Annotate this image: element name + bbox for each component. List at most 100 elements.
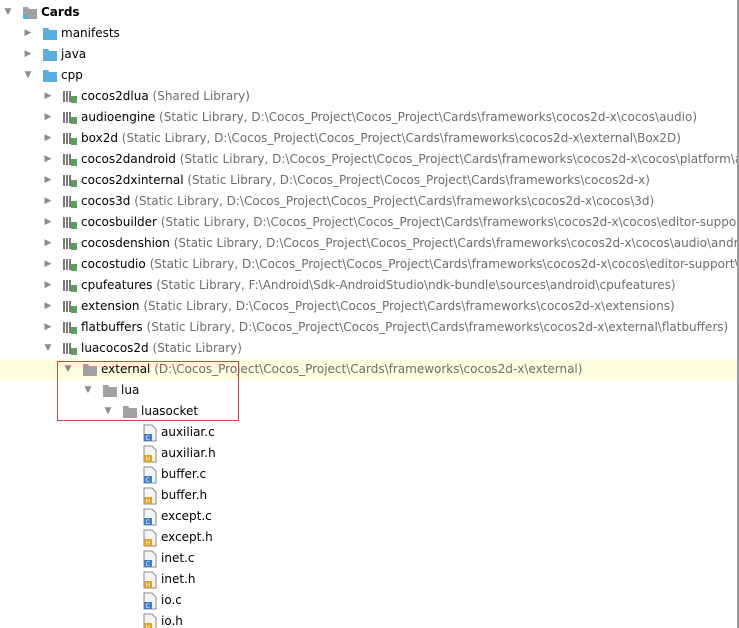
tree-node-lua[interactable]: ▼ lua (0, 380, 739, 401)
folder-icon (42, 65, 58, 86)
file-label: io.h (161, 614, 183, 628)
collapse-arrow-icon[interactable]: ▶ (22, 44, 34, 65)
tree-node-file[interactable]: H io.h (0, 611, 739, 628)
folder-icon (102, 380, 118, 401)
tree-node-library[interactable]: ▶ cocostudio (Static Library, D:\Cocos_P… (0, 254, 739, 275)
library-name: cocosdenshion (81, 236, 170, 250)
tree-node-file[interactable]: H inet.h (0, 569, 739, 590)
collapse-arrow-icon[interactable]: ▶ (42, 317, 54, 338)
collapse-arrow-icon[interactable]: ▶ (22, 23, 34, 44)
tree-node-file[interactable]: C buffer.c (0, 464, 739, 485)
library-icon (62, 107, 78, 128)
expand-arrow-icon[interactable]: ▼ (42, 338, 54, 359)
tree-node-manifests[interactable]: ▶ manifests (0, 23, 739, 44)
tree-node-library[interactable]: ▶ cocos2dlua (Shared Library) (0, 86, 739, 107)
library-meta: (Static Library, D:\Cocos_Project\Cocos_… (160, 215, 739, 229)
tree-node-file[interactable]: C io.c (0, 590, 739, 611)
tree-node-library[interactable]: ▶ cocos3d (Static Library, D:\Cocos_Proj… (0, 191, 739, 212)
tree-node-cards[interactable]: ▼ Cards (0, 2, 739, 23)
collapse-arrow-icon[interactable]: ▶ (42, 149, 54, 170)
c-file-icon: C (142, 548, 158, 569)
library-name: cocos2dxinternal (81, 173, 184, 187)
folder-label: luasocket (141, 404, 199, 418)
library-name: cocosbuilder (81, 215, 157, 229)
library-icon (62, 275, 78, 296)
collapse-arrow-icon[interactable]: ▶ (42, 296, 54, 317)
collapse-arrow-icon[interactable]: ▶ (42, 107, 54, 128)
tree-node-file[interactable]: C except.c (0, 506, 739, 527)
expand-arrow-icon[interactable]: ▼ (2, 2, 14, 23)
file-label: except.h (161, 530, 213, 544)
tree-node-luasocket[interactable]: ▼ luasocket (0, 401, 739, 422)
tree-node-library[interactable]: ▶ cocosbuilder (Static Library, D:\Cocos… (0, 212, 739, 233)
tree-node-file[interactable]: H auxiliar.h (0, 443, 739, 464)
tree-node-library[interactable]: ▶ cocos2dandroid (Static Library, D:\Coc… (0, 149, 739, 170)
tree-node-external[interactable]: ▼ external (D:\Cocos_Project\Cocos_Proje… (0, 359, 739, 380)
collapse-arrow-icon[interactable]: ▶ (42, 170, 54, 191)
file-label: auxiliar.c (161, 425, 215, 439)
library-icon (62, 86, 78, 107)
library-name: extension (81, 299, 140, 313)
library-meta: (Static Library, D:\Cocos_Project\Cocos_… (173, 236, 739, 250)
expand-arrow-icon[interactable]: ▼ (22, 65, 34, 86)
svg-text:H: H (146, 624, 151, 628)
svg-text:C: C (146, 603, 150, 610)
tree-node-library[interactable]: ▶ cpufeatures (Static Library, F:\Androi… (0, 275, 739, 296)
collapse-arrow-icon[interactable]: ▶ (42, 86, 54, 107)
svg-text:H: H (146, 582, 151, 589)
library-meta: (Static Library, D:\Cocos_Project\Cocos_… (149, 257, 739, 271)
tree-node-library[interactable]: ▶ cocos2dxinternal (Static Library, D:\C… (0, 170, 739, 191)
svg-text:H: H (146, 540, 151, 547)
collapse-arrow-icon[interactable]: ▶ (42, 212, 54, 233)
folder-label: java (61, 47, 87, 61)
library-meta: (Shared Library) (152, 89, 250, 103)
library-name: flatbuffers (81, 320, 143, 334)
h-file-icon: H (142, 527, 158, 548)
collapse-arrow-icon[interactable]: ▶ (42, 233, 54, 254)
library-name: cocos2dandroid (81, 152, 176, 166)
tree-node-library[interactable]: ▼ luacocos2d (Static Library) (0, 338, 739, 359)
tree-node-java[interactable]: ▶ java (0, 44, 739, 65)
tree-node-cpp[interactable]: ▼ cpp (0, 65, 739, 86)
library-meta: (Static Library, D:\Cocos_Project\Cocos_… (146, 320, 729, 334)
h-file-icon: H (142, 485, 158, 506)
library-icon (62, 233, 78, 254)
collapse-arrow-icon[interactable]: ▶ (42, 128, 54, 149)
svg-text:C: C (146, 435, 150, 442)
h-file-icon: H (142, 443, 158, 464)
folder-icon (42, 44, 58, 65)
c-file-icon: C (142, 506, 158, 527)
project-name: Cards (41, 5, 80, 19)
library-icon (62, 296, 78, 317)
tree-node-library[interactable]: ▶ cocosdenshion (Static Library, D:\Coco… (0, 233, 739, 254)
collapse-arrow-icon[interactable]: ▶ (42, 254, 54, 275)
collapse-arrow-icon[interactable]: ▶ (42, 191, 54, 212)
library-meta: (Static Library, F:\Android\Sdk-AndroidS… (156, 278, 676, 292)
expand-arrow-icon[interactable]: ▼ (102, 401, 114, 422)
folder-icon (82, 359, 98, 380)
library-icon (62, 212, 78, 233)
expand-arrow-icon[interactable]: ▼ (82, 380, 94, 401)
tree-node-library[interactable]: ▶ flatbuffers (Static Library, D:\Cocos_… (0, 317, 739, 338)
tree-node-library[interactable]: ▶ extension (Static Library, D:\Cocos_Pr… (0, 296, 739, 317)
project-tree: ▼ Cards ▶ manifests ▶ java ▼ cpp ▶ cocos… (0, 0, 739, 628)
library-icon (62, 338, 78, 359)
tree-node-file[interactable]: C inet.c (0, 548, 739, 569)
library-meta: (Static Library, D:\Cocos_Project\Cocos_… (143, 299, 675, 313)
library-icon (62, 254, 78, 275)
tree-node-library[interactable]: ▶ audioengine (Static Library, D:\Cocos_… (0, 107, 739, 128)
tree-node-library[interactable]: ▶ box2d (Static Library, D:\Cocos_Projec… (0, 128, 739, 149)
expand-arrow-icon[interactable]: ▼ (62, 359, 74, 380)
folder-icon (122, 401, 138, 422)
collapse-arrow-icon[interactable]: ▶ (42, 275, 54, 296)
library-name: audioengine (81, 110, 156, 124)
tree-node-file[interactable]: C auxiliar.c (0, 422, 739, 443)
library-icon (62, 170, 78, 191)
tree-node-file[interactable]: H except.h (0, 527, 739, 548)
svg-text:C: C (146, 477, 150, 484)
library-icon (62, 191, 78, 212)
tree-node-file[interactable]: H buffer.h (0, 485, 739, 506)
library-meta: (Static Library) (152, 341, 242, 355)
library-name: cocos3d (81, 194, 131, 208)
c-file-icon: C (142, 590, 158, 611)
